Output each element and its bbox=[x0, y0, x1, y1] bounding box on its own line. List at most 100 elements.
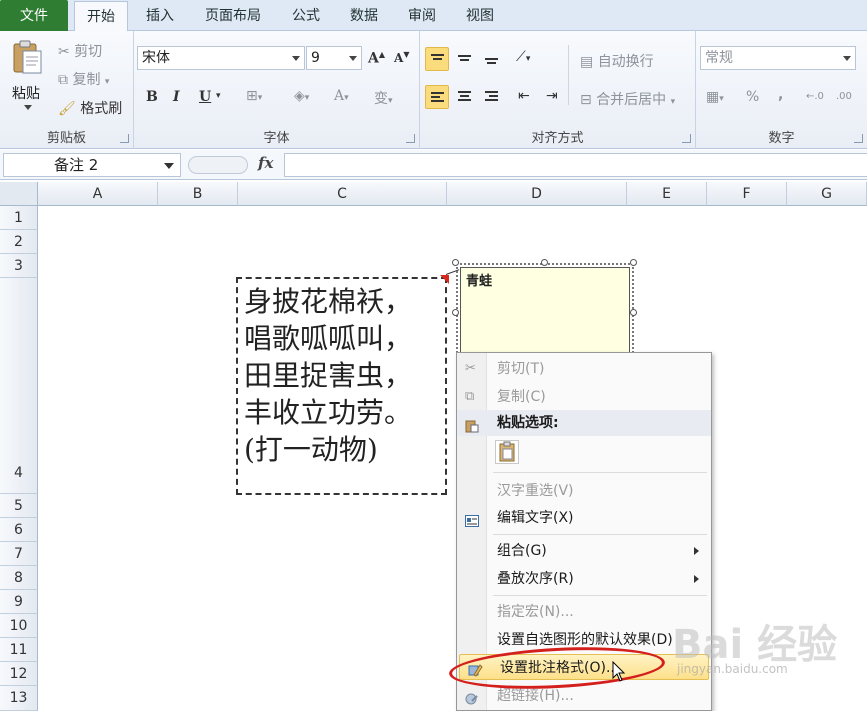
percent-button[interactable]: % bbox=[746, 89, 759, 105]
row-header-11[interactable]: 11 bbox=[0, 638, 38, 662]
tab-formulas[interactable]: 公式 bbox=[282, 1, 330, 31]
resize-handle[interactable] bbox=[630, 259, 637, 266]
riddle-line: 唱歌呱呱叫， bbox=[244, 322, 413, 355]
align-middle-button[interactable] bbox=[453, 47, 477, 71]
column-header-a[interactable]: A bbox=[38, 182, 158, 206]
resize-handle[interactable] bbox=[452, 259, 459, 266]
row-header-1[interactable]: 1 bbox=[0, 206, 38, 230]
cut-button[interactable]: ✂ 剪切 bbox=[58, 41, 102, 61]
row-header-3[interactable]: 3 bbox=[0, 254, 38, 278]
insert-function-button[interactable]: fx bbox=[258, 154, 273, 172]
row-header-4[interactable]: 4 bbox=[0, 278, 38, 494]
menu-item-order[interactable]: 叠放次序(R) bbox=[457, 566, 711, 592]
align-right-button[interactable] bbox=[480, 85, 504, 109]
decrease-indent-button[interactable]: ⇤ bbox=[518, 88, 530, 104]
comma-button[interactable]: , bbox=[778, 87, 783, 103]
increase-decimal-button[interactable]: ←.0 bbox=[806, 91, 824, 102]
number-format-dropdown-icon[interactable] bbox=[843, 56, 851, 61]
tab-page-layout[interactable]: 页面布局 bbox=[194, 1, 272, 31]
tab-review[interactable]: 审阅 bbox=[398, 1, 446, 31]
row-header-12[interactable]: 12 bbox=[0, 662, 38, 686]
brush-icon: 🖌 bbox=[58, 101, 76, 117]
name-box[interactable]: 备注 2 bbox=[3, 153, 181, 177]
underline-button[interactable]: U bbox=[199, 89, 211, 105]
clipboard-launcher-icon[interactable] bbox=[120, 134, 129, 143]
tab-home[interactable]: 开始 bbox=[74, 1, 128, 32]
merge-icon: ⊟ bbox=[580, 92, 592, 108]
italic-button[interactable]: I bbox=[173, 89, 180, 105]
align-bottom-button[interactable] bbox=[480, 47, 504, 71]
increase-indent-button[interactable]: ⇥ bbox=[546, 88, 558, 104]
scissors-icon: ✂ bbox=[465, 361, 476, 376]
menu-item-cut[interactable]: ✂ 剪切(T) bbox=[457, 356, 711, 382]
border-button[interactable]: ⊞▾ bbox=[246, 88, 262, 104]
menu-item-edit-text[interactable]: 编辑文字(X) bbox=[457, 505, 711, 531]
number-format-combo[interactable]: 常规 bbox=[700, 46, 856, 70]
wrap-text-button[interactable]: ▤ 自动换行 bbox=[580, 51, 654, 71]
resize-handle[interactable] bbox=[452, 309, 459, 316]
hyperlink-icon bbox=[465, 689, 479, 705]
bold-button[interactable]: B bbox=[146, 89, 158, 105]
copy-dropdown-icon: ▾ bbox=[104, 77, 110, 87]
menu-item-group[interactable]: 组合(G) bbox=[457, 538, 711, 564]
column-header-b[interactable]: B bbox=[158, 182, 238, 206]
decrease-decimal-button[interactable]: .00 bbox=[836, 91, 852, 102]
align-top-button[interactable] bbox=[425, 47, 449, 71]
menu-item-label: 剪切(T) bbox=[497, 361, 545, 377]
align-center-button[interactable] bbox=[453, 85, 477, 109]
accounting-button[interactable]: ▦▾ bbox=[706, 89, 724, 105]
paste-dropdown-icon[interactable] bbox=[24, 105, 32, 110]
row-header-7[interactable]: 7 bbox=[0, 542, 38, 566]
row-header-9[interactable]: 9 bbox=[0, 590, 38, 614]
phonetic-button[interactable]: 变▾ bbox=[374, 88, 393, 108]
resize-handle[interactable] bbox=[541, 259, 548, 266]
tab-file[interactable]: 文件 bbox=[0, 0, 68, 31]
row-header-5[interactable]: 5 bbox=[0, 494, 38, 518]
font-size-dropdown-icon[interactable] bbox=[349, 56, 357, 61]
name-box-dropdown-icon[interactable] bbox=[164, 163, 174, 169]
menu-item-copy[interactable]: ⧉ 复制(C) bbox=[457, 384, 711, 410]
resize-handle[interactable] bbox=[630, 309, 637, 316]
alignment-launcher-icon[interactable] bbox=[682, 134, 691, 143]
paste-clipboard-icon bbox=[499, 441, 515, 462]
orientation-button[interactable]: ⟋▾ bbox=[516, 49, 530, 65]
underline-dropdown-icon[interactable]: ▾ bbox=[216, 91, 221, 101]
column-header-f[interactable]: F bbox=[707, 182, 787, 206]
fill-bucket-icon: ◈ bbox=[294, 88, 305, 104]
align-left-button[interactable] bbox=[425, 85, 449, 109]
font-name-combo[interactable]: 宋体 bbox=[137, 46, 305, 70]
paste-button[interactable]: 粘贴 bbox=[10, 39, 46, 111]
number-launcher-icon[interactable] bbox=[854, 134, 863, 143]
riddle-textbox[interactable]: 身披花棉袄， 唱歌呱呱叫， 田里捉害虫， 丰收立功劳。 (打一动物) bbox=[236, 277, 447, 495]
row-header-10[interactable]: 10 bbox=[0, 614, 38, 638]
column-header-d[interactable]: D bbox=[447, 182, 627, 206]
increase-indent-icon: ⇥ bbox=[546, 88, 558, 104]
font-size-combo[interactable]: 9 bbox=[306, 46, 362, 70]
menu-section-label: 粘贴选项: bbox=[497, 415, 559, 431]
row-header-13[interactable]: 13 bbox=[0, 686, 38, 711]
fill-color-button[interactable]: ◈▾ bbox=[294, 88, 309, 104]
tab-insert[interactable]: 插入 bbox=[134, 1, 186, 31]
row-header-6[interactable]: 6 bbox=[0, 518, 38, 542]
format-painter-button[interactable]: 🖌 格式刷 bbox=[58, 98, 122, 118]
grow-font-button[interactable]: A▲ bbox=[368, 49, 385, 67]
border-icon: ⊞ bbox=[246, 88, 258, 104]
column-header-g[interactable]: G bbox=[787, 182, 867, 206]
paste-option-button[interactable] bbox=[495, 440, 519, 464]
menu-item-reconvert[interactable]: 汉字重选(V) bbox=[457, 478, 711, 504]
shrink-font-button[interactable]: A▼ bbox=[394, 49, 409, 65]
column-header-e[interactable]: E bbox=[627, 182, 707, 206]
font-launcher-icon[interactable] bbox=[406, 134, 415, 143]
formula-input[interactable] bbox=[284, 153, 867, 177]
font-name-dropdown-icon[interactable] bbox=[292, 56, 300, 61]
merge-center-button[interactable]: ⊟ 合并后居中 ▾ bbox=[580, 89, 675, 109]
column-header-c[interactable]: C bbox=[238, 182, 447, 206]
row-header-2[interactable]: 2 bbox=[0, 230, 38, 254]
comment-box[interactable]: 青蛙 bbox=[460, 267, 630, 357]
font-color-button[interactable]: A▾ bbox=[334, 88, 349, 104]
tab-view[interactable]: 视图 bbox=[456, 1, 504, 31]
copy-button[interactable]: ⧉ 复制 ▾ bbox=[58, 69, 109, 89]
select-all-corner[interactable] bbox=[0, 182, 38, 206]
row-header-8[interactable]: 8 bbox=[0, 566, 38, 590]
tab-data[interactable]: 数据 bbox=[340, 1, 388, 31]
